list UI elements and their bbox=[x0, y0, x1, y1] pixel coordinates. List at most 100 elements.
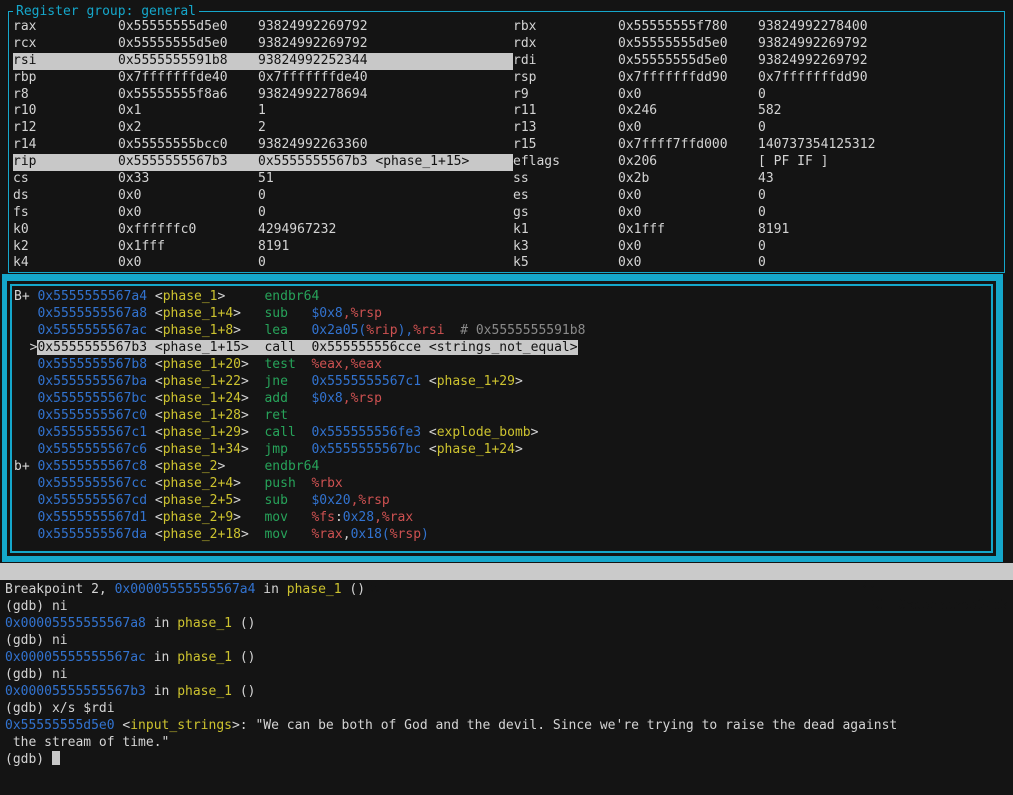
register-decimal-value: 0 bbox=[758, 205, 1004, 222]
asm-symbol: phase_1+4 bbox=[163, 306, 233, 321]
asm-symbol: phase_1+34 bbox=[163, 442, 241, 457]
register-decimal-value: 51 bbox=[258, 171, 513, 188]
console-line: 0x00005555555567ac in phase_1 () bbox=[5, 649, 1013, 666]
register-name: rdx bbox=[513, 36, 618, 53]
asm-operand: ,%rsp bbox=[351, 493, 390, 508]
register-name: k1 bbox=[513, 222, 618, 239]
register-hex-value: 0x0 bbox=[618, 205, 758, 222]
console-line: 0x00005555555567b3 in phase_1 () bbox=[5, 683, 1013, 700]
asm-operand: 0x2a05( bbox=[311, 323, 366, 338]
asm-symbol: phase_1+20 bbox=[163, 357, 241, 372]
register-decimal-value: 4294967232 bbox=[258, 222, 513, 239]
asm-mnemonic: sub bbox=[264, 306, 311, 321]
text-span: > bbox=[233, 476, 264, 491]
register-decimal-value: 93824992269792 bbox=[758, 36, 1004, 53]
register-cell-group: rcx0x55555555d5e093824992269792 bbox=[13, 36, 513, 53]
register-name: r15 bbox=[513, 137, 618, 154]
register-cell-group: ds0x00 bbox=[13, 188, 513, 205]
asm-address: 0x5555555567c8 bbox=[37, 459, 147, 474]
register-decimal-value: 93824992269792 bbox=[258, 19, 513, 36]
register-row: fs0x00gs0x00 bbox=[13, 205, 1004, 222]
asm-symbol: phase_2+4 bbox=[163, 476, 233, 491]
asm-symbol: phase_1+28 bbox=[163, 408, 241, 423]
breakpoint-marker: B+ bbox=[14, 289, 37, 304]
register-cell-group: rip0x5555555567b30x5555555567b3 <phase_1… bbox=[13, 154, 513, 171]
register-row: cs0x3351ss0x2b43 bbox=[13, 171, 1004, 188]
register-window[interactable]: Register group: general rax0x55555555d5e… bbox=[8, 11, 1005, 273]
register-hex-value: 0x0 bbox=[618, 255, 758, 271]
text-span: > bbox=[233, 323, 264, 338]
asm-line: 0x5555555567ba <phase_1+22> jne 0x555555… bbox=[14, 373, 991, 390]
asm-operand: > bbox=[515, 442, 523, 457]
asm-instruction: 0x5555555567bc <phase_1+24> add $0x8,%rs… bbox=[37, 391, 381, 406]
register-hex-value: 0x1fff bbox=[118, 239, 258, 256]
asm-line: 0x5555555567a8 <phase_1+4> sub $0x8,%rsp bbox=[14, 305, 991, 322]
text-span: > bbox=[241, 408, 264, 423]
asm-operand: > bbox=[515, 374, 523, 389]
asm-instruction: 0x5555555567a4 <phase_1> endbr64 bbox=[37, 289, 319, 304]
register-cell-group: rsp0x7fffffffdd900x7fffffffdd90 bbox=[513, 70, 1004, 87]
console-text: >: "We can be both of God and the devil.… bbox=[232, 718, 897, 733]
asm-instruction: 0x5555555567c6 <phase_1+34> jmp 0x555555… bbox=[37, 442, 522, 457]
asm-symbol: phase_1 bbox=[163, 289, 218, 304]
asm-operand: ), bbox=[398, 323, 414, 338]
asm-operand: < bbox=[421, 425, 437, 440]
gdb-console[interactable]: Breakpoint 2, 0x00005555555567a4 in phas… bbox=[5, 581, 1013, 768]
terminal-cursor[interactable] bbox=[52, 751, 60, 765]
console-text: (gdb) bbox=[5, 752, 52, 767]
register-row: r140x55555555bcc093824992263360r150x7fff… bbox=[13, 137, 1004, 154]
register-row: rax0x55555555d5e093824992269792rbx0x5555… bbox=[13, 19, 1004, 36]
register-hex-value: 0x55555555d5e0 bbox=[118, 36, 258, 53]
register-decimal-value: 140737354125312 bbox=[758, 137, 1004, 154]
asm-mnemonic: mov bbox=[264, 527, 311, 542]
register-decimal-value: 93824992252344 bbox=[258, 53, 513, 70]
text-span: < bbox=[147, 306, 163, 321]
asm-symbol: phase_1+8 bbox=[163, 323, 233, 338]
register-decimal-value: 582 bbox=[758, 103, 1004, 120]
asm-symbol: phase_2+18 bbox=[163, 527, 241, 542]
register-cell-group: cs0x3351 bbox=[13, 171, 513, 188]
asm-window[interactable]: B+ 0x5555555567a4 <phase_1> endbr64 0x55… bbox=[7, 281, 996, 556]
asm-line: 0x5555555567da <phase_2+18> mov %rax,0x1… bbox=[14, 526, 991, 543]
register-decimal-value: 0x7fffffffde40 bbox=[258, 70, 513, 87]
asm-operand: 0x5555555567c1 bbox=[311, 374, 421, 389]
register-name: rax bbox=[13, 19, 118, 36]
marker-gutter bbox=[14, 476, 37, 491]
console-text: 0x00005555555567a8 bbox=[5, 616, 146, 631]
asm-operand: phase_1+24 bbox=[437, 442, 515, 457]
text-span: < bbox=[147, 289, 163, 304]
register-name: rip bbox=[13, 154, 118, 171]
asm-instruction: 0x5555555567cc <phase_2+4> push %rbx bbox=[37, 476, 342, 491]
register-name: rsp bbox=[513, 70, 618, 87]
text-span: < bbox=[147, 374, 163, 389]
gdb-prompt-line[interactable]: (gdb) bbox=[5, 751, 1013, 768]
register-name: r13 bbox=[513, 120, 618, 137]
text-span: > bbox=[233, 306, 264, 321]
asm-operand: $0x8 bbox=[311, 306, 342, 321]
asm-operand: < bbox=[421, 442, 437, 457]
register-name: k2 bbox=[13, 239, 118, 256]
asm-mnemonic: endbr64 bbox=[264, 459, 319, 474]
asm-mnemonic: lea bbox=[264, 323, 311, 338]
asm-operand: ,%rax bbox=[374, 510, 413, 525]
asm-operand: 0x18( bbox=[351, 527, 390, 542]
register-name: k3 bbox=[513, 239, 618, 256]
text-span: > bbox=[241, 340, 264, 355]
asm-line: 0x5555555567bc <phase_1+24> add $0x8,%rs… bbox=[14, 390, 991, 407]
register-name: ds bbox=[13, 188, 118, 205]
asm-symbol: phase_1+24 bbox=[163, 391, 241, 406]
register-hex-value: 0x7ffff7ffd000 bbox=[618, 137, 758, 154]
text-span: > bbox=[241, 527, 264, 542]
asm-mnemonic: call bbox=[264, 425, 311, 440]
asm-line: 0x5555555567ac <phase_1+8> lea 0x2a05(%r… bbox=[14, 322, 991, 339]
register-decimal-value: 93824992269792 bbox=[258, 36, 513, 53]
register-cell-group: eflags0x206[ PF IF ] bbox=[513, 154, 1004, 171]
register-row: k20x1fff8191k30x00 bbox=[13, 239, 1004, 256]
register-hex-value: 0x55555555d5e0 bbox=[618, 36, 758, 53]
register-cell-group: rbx0x55555555f78093824992278400 bbox=[513, 19, 1004, 36]
asm-instruction: 0x5555555567a8 <phase_1+4> sub $0x8,%rsp bbox=[37, 306, 381, 321]
register-window-title: Register group: general bbox=[13, 3, 199, 20]
console-line: (gdb) x/s $rdi bbox=[5, 700, 1013, 717]
text-span: < bbox=[147, 425, 163, 440]
text-span: < bbox=[147, 510, 163, 525]
